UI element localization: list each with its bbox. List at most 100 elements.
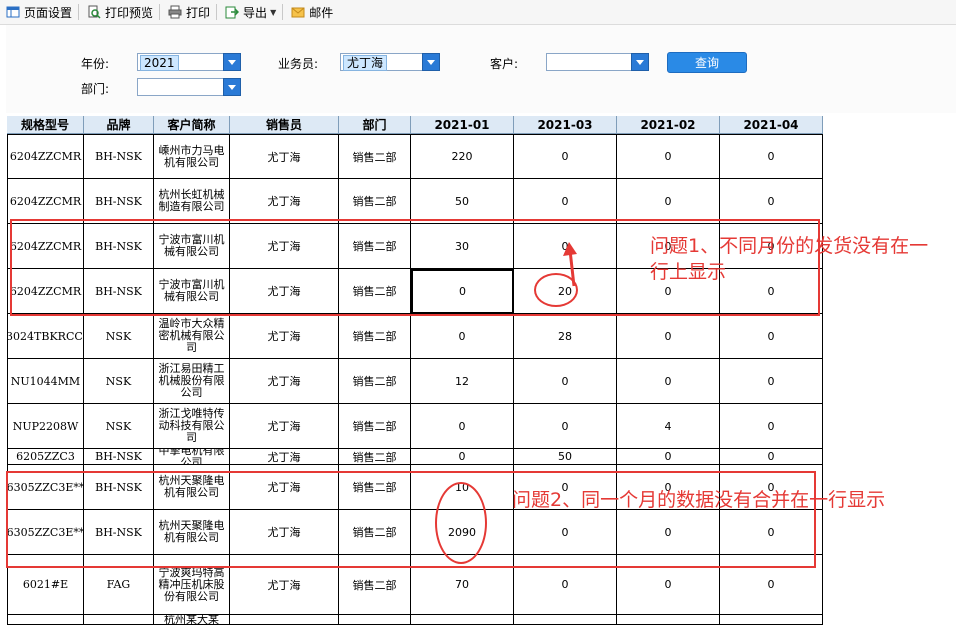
column-header-salesman[interactable]: 销售员 <box>230 116 339 134</box>
table-cell-customer[interactable]: 杭州某大某 <box>154 615 230 625</box>
table-cell-m2[interactable]: 0 <box>617 314 720 359</box>
page-setup-button[interactable]: 页面设置 <box>0 1 76 23</box>
table-cell-customer[interactable]: 杭州长虹机械制造有限公司 <box>154 179 230 224</box>
table-cell-m3[interactable]: 0 <box>514 404 617 449</box>
table-cell-customer[interactable]: 杭州天聚隆电机有限公司 <box>154 465 230 510</box>
table-cell-dept[interactable]: 销售二部 <box>339 510 411 555</box>
table-cell-brand[interactable]: BH-NSK <box>84 510 154 555</box>
table-cell-m4[interactable]: 0 <box>720 404 823 449</box>
table-cell-model[interactable]: 6021#E <box>7 555 84 615</box>
chevron-down-icon[interactable] <box>631 53 649 71</box>
table-cell-salesman[interactable]: 尤丁海 <box>230 359 339 404</box>
table-cell-m4[interactable] <box>720 615 823 625</box>
table-cell-brand[interactable]: BH-NSK <box>84 269 154 314</box>
table-cell-model[interactable]: 6204ZZCMR <box>7 224 84 269</box>
table-cell-customer[interactable]: 宁波市富川机械有限公司 <box>154 269 230 314</box>
column-header-m2[interactable]: 2021-02 <box>617 116 720 134</box>
table-cell-customer[interactable]: 温岭市大众精密机械有限公司 <box>154 314 230 359</box>
chevron-down-icon[interactable] <box>223 78 241 96</box>
print-button[interactable]: 打印 <box>162 1 214 23</box>
table-cell-model[interactable]: 6204ZZCMR <box>7 134 84 179</box>
table-cell-salesman[interactable]: 尤丁海 <box>230 314 339 359</box>
table-cell-brand[interactable]: FAG <box>84 555 154 615</box>
table-cell-m2[interactable]: 0 <box>617 555 720 615</box>
chevron-down-icon[interactable] <box>422 53 440 71</box>
table-row[interactable]: 杭州某大某 <box>7 615 823 625</box>
table-cell-dept[interactable]: 销售二部 <box>339 179 411 224</box>
table-cell-brand[interactable]: NSK <box>84 359 154 404</box>
table-cell-salesman[interactable]: 尤丁海 <box>230 404 339 449</box>
export-button[interactable]: 导出 ▼ <box>219 1 280 23</box>
table-cell-dept[interactable]: 销售二部 <box>339 314 411 359</box>
table-cell-m1[interactable]: 30 <box>411 224 514 269</box>
salesman-select[interactable]: 尤丁海 <box>340 53 440 71</box>
table-cell-model[interactable]: 6305ZZC3E** <box>7 510 84 555</box>
table-cell-m1[interactable]: 50 <box>411 179 514 224</box>
table-cell-dept[interactable]: 销售二部 <box>339 404 411 449</box>
table-cell-m2[interactable]: 0 <box>617 179 720 224</box>
table-row[interactable]: 6205ZZC3 BH-NSK 中擎电机有限公司 尤丁海 销售二部 0 50 0 0 <box>7 449 823 465</box>
table-cell-dept[interactable]: 销售二部 <box>339 269 411 314</box>
table-cell-customer[interactable]: 宁波市富川机械有限公司 <box>154 224 230 269</box>
table-row[interactable]: 6204ZZCMR BH-NSK 杭州长虹机械制造有限公司 尤丁海 销售二部 50 0 0 0 <box>7 179 823 224</box>
table-cell-salesman[interactable]: 尤丁海 <box>230 179 339 224</box>
column-header-customer[interactable]: 客户简称 <box>154 116 230 134</box>
table-cell-model[interactable]: 6204ZZCMR <box>7 179 84 224</box>
dept-select[interactable] <box>137 78 241 96</box>
table-cell-m2[interactable]: 4 <box>617 404 720 449</box>
table-cell-m1[interactable]: 0 <box>411 314 514 359</box>
table-cell-dept[interactable]: 销售二部 <box>339 555 411 615</box>
table-cell-m4[interactable]: 0 <box>720 510 823 555</box>
table-cell-model[interactable]: 6305ZZC3E** <box>7 465 84 510</box>
table-cell-salesman[interactable]: 尤丁海 <box>230 134 339 179</box>
table-cell-model[interactable] <box>7 615 84 625</box>
table-cell-m1[interactable]: 2090 <box>411 510 514 555</box>
year-select[interactable]: 2021 <box>137 53 241 71</box>
column-header-m4[interactable]: 2021-04 <box>720 116 823 134</box>
column-header-model[interactable]: 规格型号 <box>7 116 84 134</box>
table-cell-brand[interactable]: BH-NSK <box>84 465 154 510</box>
table-cell-model[interactable]: NU1044MM <box>7 359 84 404</box>
table-cell-dept[interactable]: 销售二部 <box>339 134 411 179</box>
mail-button[interactable]: 邮件 <box>285 1 337 23</box>
table-cell-m1[interactable]: 220 <box>411 134 514 179</box>
chevron-down-icon[interactable] <box>223 53 241 71</box>
table-row[interactable]: 6021#E FAG 宁波爽玛特高精冲压机床股份有限公司 尤丁海 销售二部 70 0 0 0 <box>7 555 823 615</box>
table-cell-dept[interactable]: 销售二部 <box>339 224 411 269</box>
table-cell-salesman[interactable]: 尤丁海 <box>230 449 339 465</box>
table-cell-brand[interactable]: NSK <box>84 314 154 359</box>
table-cell-salesman[interactable]: 尤丁海 <box>230 465 339 510</box>
table-cell-m3[interactable]: 0 <box>514 555 617 615</box>
print-preview-button[interactable]: 打印预览 <box>81 1 157 23</box>
table-cell-customer[interactable]: 杭州天聚隆电机有限公司 <box>154 510 230 555</box>
table-cell-model[interactable]: 6205ZZC3 <box>7 449 84 465</box>
table-cell-m2[interactable]: 0 <box>617 359 720 404</box>
table-cell-dept[interactable]: 销售二部 <box>339 449 411 465</box>
query-button[interactable]: 查询 <box>667 52 747 73</box>
table-cell-m4[interactable]: 0 <box>720 179 823 224</box>
table-cell-model[interactable]: NUP2208W <box>7 404 84 449</box>
table-cell-salesman[interactable]: 尤丁海 <box>230 510 339 555</box>
table-cell-customer[interactable]: 宁波爽玛特高精冲压机床股份有限公司 <box>154 555 230 615</box>
table-cell-salesman[interactable] <box>230 615 339 625</box>
column-header-m1[interactable]: 2021-01 <box>411 116 514 134</box>
table-cell-m3[interactable] <box>514 615 617 625</box>
table-cell-brand[interactable]: BH-NSK <box>84 449 154 465</box>
table-cell-customer[interactable]: 浙江易田精工机械股份有限公司 <box>154 359 230 404</box>
table-cell-m3[interactable]: 0 <box>514 134 617 179</box>
table-cell-m3[interactable]: 0 <box>514 510 617 555</box>
table-cell-m3[interactable]: 50 <box>514 449 617 465</box>
column-header-brand[interactable]: 品牌 <box>84 116 154 134</box>
table-cell-dept[interactable] <box>339 615 411 625</box>
table-cell-m3[interactable]: 28 <box>514 314 617 359</box>
table-cell-customer[interactable]: 中擎电机有限公司 <box>154 449 230 465</box>
table-cell-m4[interactable]: 0 <box>720 359 823 404</box>
table-cell-m1[interactable]: 10 <box>411 465 514 510</box>
table-cell-m2[interactable] <box>617 615 720 625</box>
table-cell-model[interactable]: 6204ZZCMR <box>7 269 84 314</box>
table-cell-m3[interactable]: 0 <box>514 359 617 404</box>
table-cell-m4[interactable]: 0 <box>720 555 823 615</box>
table-cell-brand[interactable] <box>84 615 154 625</box>
table-cell-customer[interactable]: 浙江戈唯特传动科技有限公司 <box>154 404 230 449</box>
table-cell-salesman[interactable]: 尤丁海 <box>230 269 339 314</box>
